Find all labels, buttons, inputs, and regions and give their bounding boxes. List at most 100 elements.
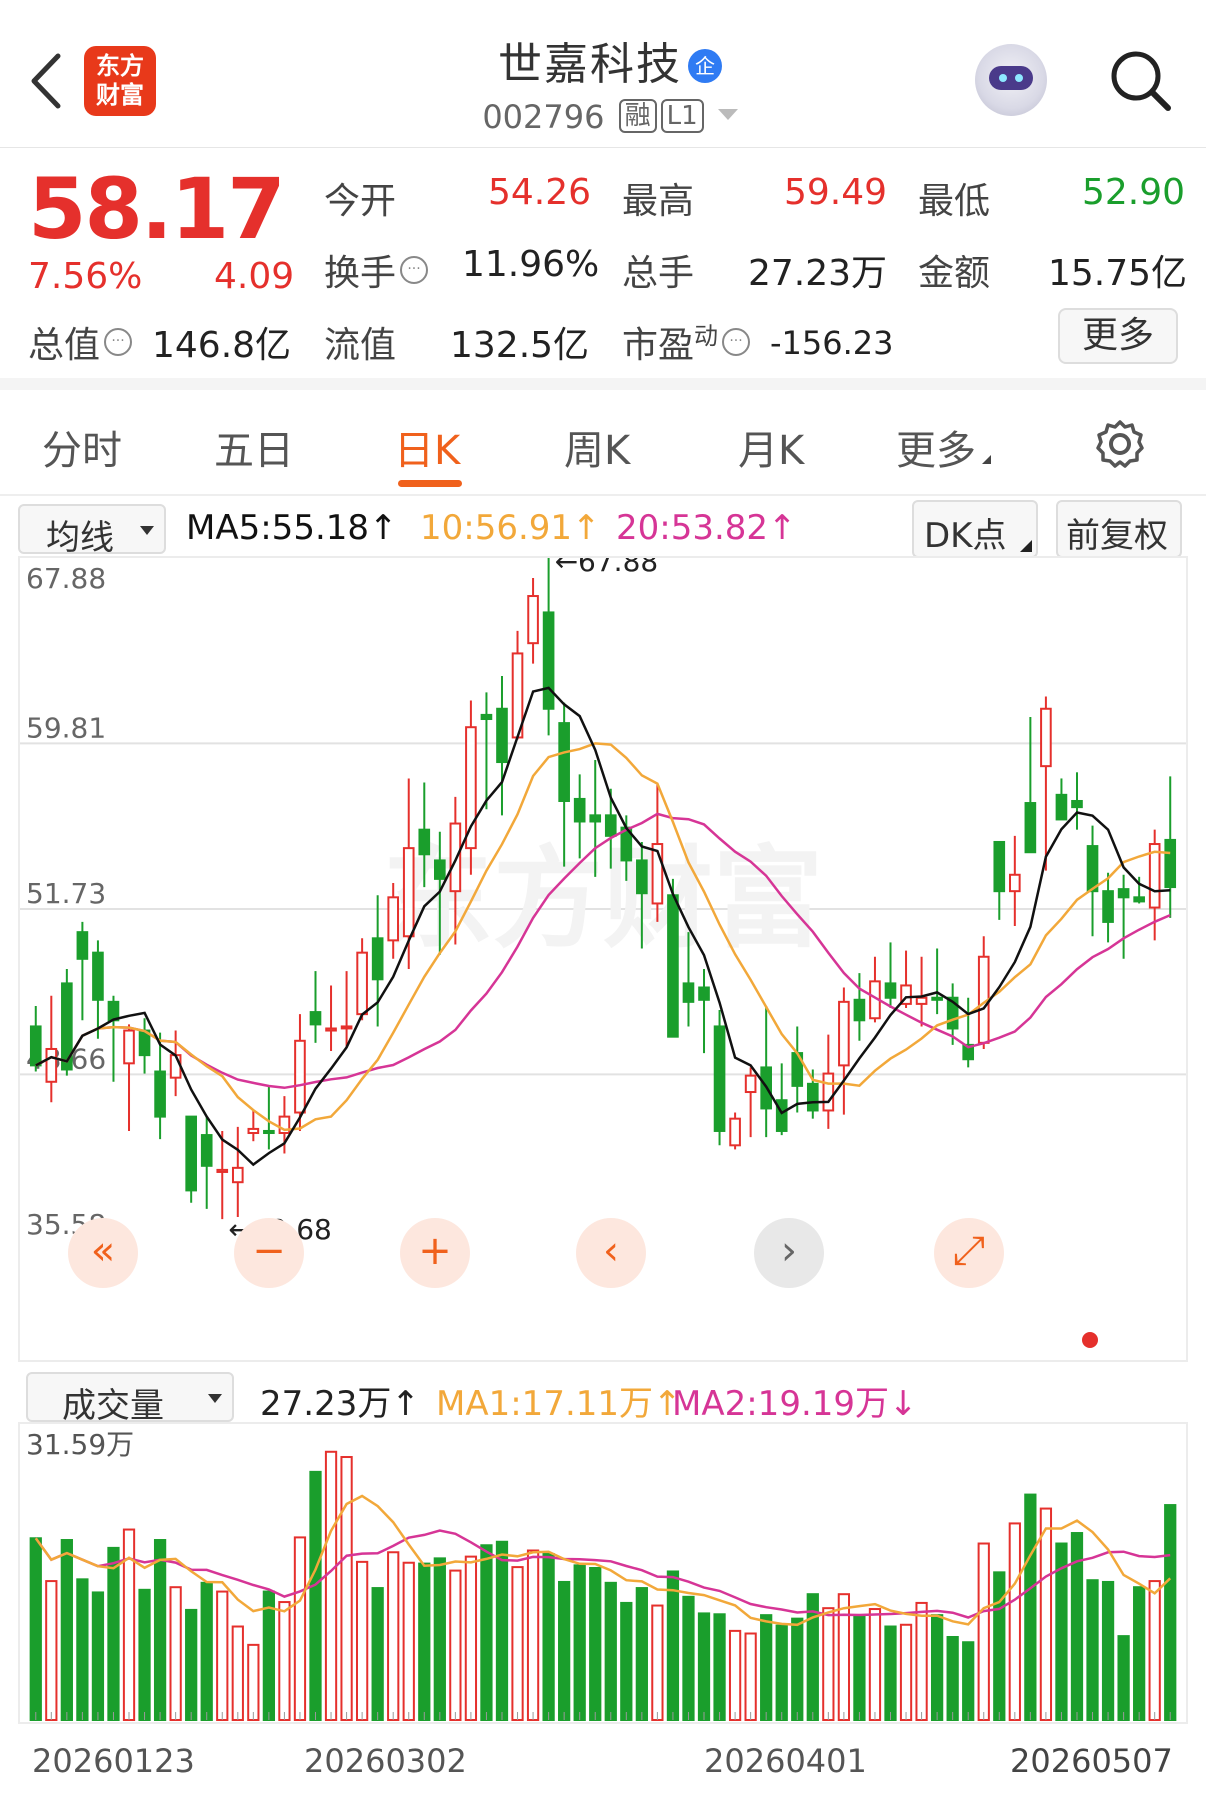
candle bbox=[806, 1069, 819, 1119]
back-arrow-icon[interactable] bbox=[24, 46, 68, 116]
volume-chart[interactable]: 31.59万 bbox=[18, 1422, 1188, 1724]
pe-label[interactable]: 市盈动 ··· bbox=[622, 316, 751, 368]
candle-body bbox=[884, 982, 897, 999]
candle bbox=[977, 936, 990, 1049]
logo-text-1: 东方 bbox=[96, 52, 144, 80]
candle-body bbox=[838, 1000, 850, 1067]
turnover-label[interactable]: 换手 ··· bbox=[324, 244, 429, 296]
adjust-mode-button[interactable]: 前复权 bbox=[1056, 500, 1182, 558]
ma-indicator-bar: 均线 MA5:55.18↑ 10:56.91↑ 20:53.82↑ DK点 前复… bbox=[0, 500, 1206, 562]
candle-body bbox=[92, 951, 104, 1001]
enterprise-badge: 企 bbox=[688, 49, 722, 83]
active-tab-indicator bbox=[398, 480, 462, 487]
candle-body bbox=[387, 896, 400, 942]
volume-bar bbox=[775, 1624, 788, 1721]
candle bbox=[853, 973, 866, 1041]
candle-body bbox=[589, 814, 602, 823]
volume-value: 27.23万 bbox=[748, 253, 888, 294]
info-icon[interactable]: ··· bbox=[722, 328, 751, 356]
volume-bar bbox=[60, 1539, 73, 1721]
candle-body bbox=[418, 828, 431, 856]
assistant-avatar-icon[interactable] bbox=[975, 44, 1047, 116]
prev-icon[interactable]: ‹ bbox=[576, 1218, 646, 1288]
ma10-value: 10:56.91↑ bbox=[420, 508, 601, 548]
volume-bar bbox=[402, 1561, 415, 1721]
candle-body bbox=[853, 998, 866, 1022]
volume-bar bbox=[713, 1613, 726, 1721]
next-icon[interactable]: › bbox=[754, 1218, 824, 1288]
candle-body bbox=[682, 982, 695, 1003]
volume-bar bbox=[1148, 1580, 1161, 1721]
date-tick: 20260302 bbox=[304, 1742, 467, 1780]
volume-current: 27.23万↑ bbox=[260, 1384, 420, 1424]
app-logo[interactable]: 东方 财富 bbox=[84, 46, 156, 116]
volume-bar bbox=[868, 1608, 882, 1721]
volume-bar bbox=[744, 1632, 757, 1721]
volume-bar bbox=[153, 1539, 167, 1721]
volume-indicator-bar: 成交量 27.23万↑ MA1:17.11万↑ MA2:19.19万↓ bbox=[0, 1368, 1206, 1426]
volume-bar bbox=[433, 1557, 446, 1721]
candle-body bbox=[340, 1025, 353, 1030]
candle bbox=[1102, 872, 1114, 943]
volume-bar bbox=[977, 1542, 990, 1722]
info-icon[interactable]: ··· bbox=[104, 328, 133, 356]
search-icon[interactable] bbox=[1108, 48, 1174, 114]
candle bbox=[371, 895, 384, 1027]
dk-point-button[interactable]: DK点 bbox=[912, 500, 1038, 558]
candle-body bbox=[729, 1117, 741, 1147]
volume-bar bbox=[355, 1560, 369, 1721]
candle-body bbox=[1117, 888, 1130, 899]
candle-body bbox=[527, 595, 539, 645]
zoom-out-icon[interactable]: − bbox=[234, 1218, 304, 1288]
more-quote-button[interactable]: 更多 bbox=[1058, 308, 1178, 364]
double-left-icon[interactable]: « bbox=[68, 1218, 138, 1288]
indicator-selector[interactable]: 均线 bbox=[18, 504, 166, 558]
stock-title-block[interactable]: 世嘉科技企 002796 融 L1 bbox=[400, 28, 820, 136]
candle bbox=[465, 700, 477, 875]
candle bbox=[1071, 772, 1083, 830]
volume-svg[interactable]: 31.59万 bbox=[20, 1424, 1186, 1722]
candle bbox=[76, 921, 89, 1021]
volume-bar bbox=[837, 1593, 851, 1721]
volume-bar bbox=[387, 1551, 400, 1721]
tab-daily-k[interactable]: 日K bbox=[394, 418, 460, 476]
tab-monthly-k[interactable]: 月K bbox=[738, 418, 804, 476]
tab-five-day[interactable]: 五日 bbox=[214, 418, 294, 476]
candle-body bbox=[434, 859, 446, 880]
candle-body bbox=[29, 1025, 42, 1067]
tab-more[interactable]: 更多 bbox=[896, 418, 991, 476]
volume-bar bbox=[946, 1635, 959, 1721]
candle-body bbox=[154, 1070, 166, 1118]
tab-weekly-k[interactable]: 周K bbox=[564, 418, 630, 476]
high-label: 最高 bbox=[622, 181, 695, 222]
candle-body bbox=[542, 611, 555, 710]
candle-body bbox=[1164, 838, 1177, 889]
volume-bar bbox=[107, 1546, 120, 1721]
volume-bar bbox=[91, 1591, 105, 1721]
volume-bar bbox=[526, 1549, 540, 1721]
zoom-in-icon[interactable]: + bbox=[400, 1218, 470, 1288]
volume-bar bbox=[930, 1614, 944, 1721]
ma5-value: MA5:55.18↑ bbox=[186, 508, 398, 548]
switch-stock-caret-icon[interactable] bbox=[717, 109, 738, 120]
volume-bar bbox=[542, 1552, 555, 1721]
info-icon[interactable]: ··· bbox=[400, 256, 429, 284]
candle-body bbox=[356, 951, 368, 1016]
volume-selector[interactable]: 成交量 bbox=[26, 1372, 234, 1426]
fullscreen-icon[interactable]: ⤢ bbox=[934, 1218, 1004, 1288]
candle-body bbox=[371, 937, 384, 981]
candle-body bbox=[915, 996, 928, 1005]
volume-bar bbox=[993, 1571, 1006, 1721]
volume-bar bbox=[853, 1614, 866, 1721]
tab-intraday[interactable]: 分时 bbox=[42, 418, 122, 476]
gear-icon[interactable] bbox=[1094, 418, 1146, 470]
last-price: 58.17 bbox=[28, 160, 286, 258]
kline-chart[interactable]: 67.8859.8151.7343.6635.58东方财富←67.88←40.6… bbox=[18, 545, 1188, 1362]
market-cap-label[interactable]: 总值 ··· bbox=[28, 316, 133, 368]
candle-body bbox=[76, 931, 89, 960]
candle-body bbox=[806, 1082, 819, 1112]
volume-bar bbox=[635, 1587, 648, 1721]
volume-bar bbox=[138, 1588, 151, 1721]
candle bbox=[340, 971, 353, 1047]
candle bbox=[123, 1024, 135, 1131]
